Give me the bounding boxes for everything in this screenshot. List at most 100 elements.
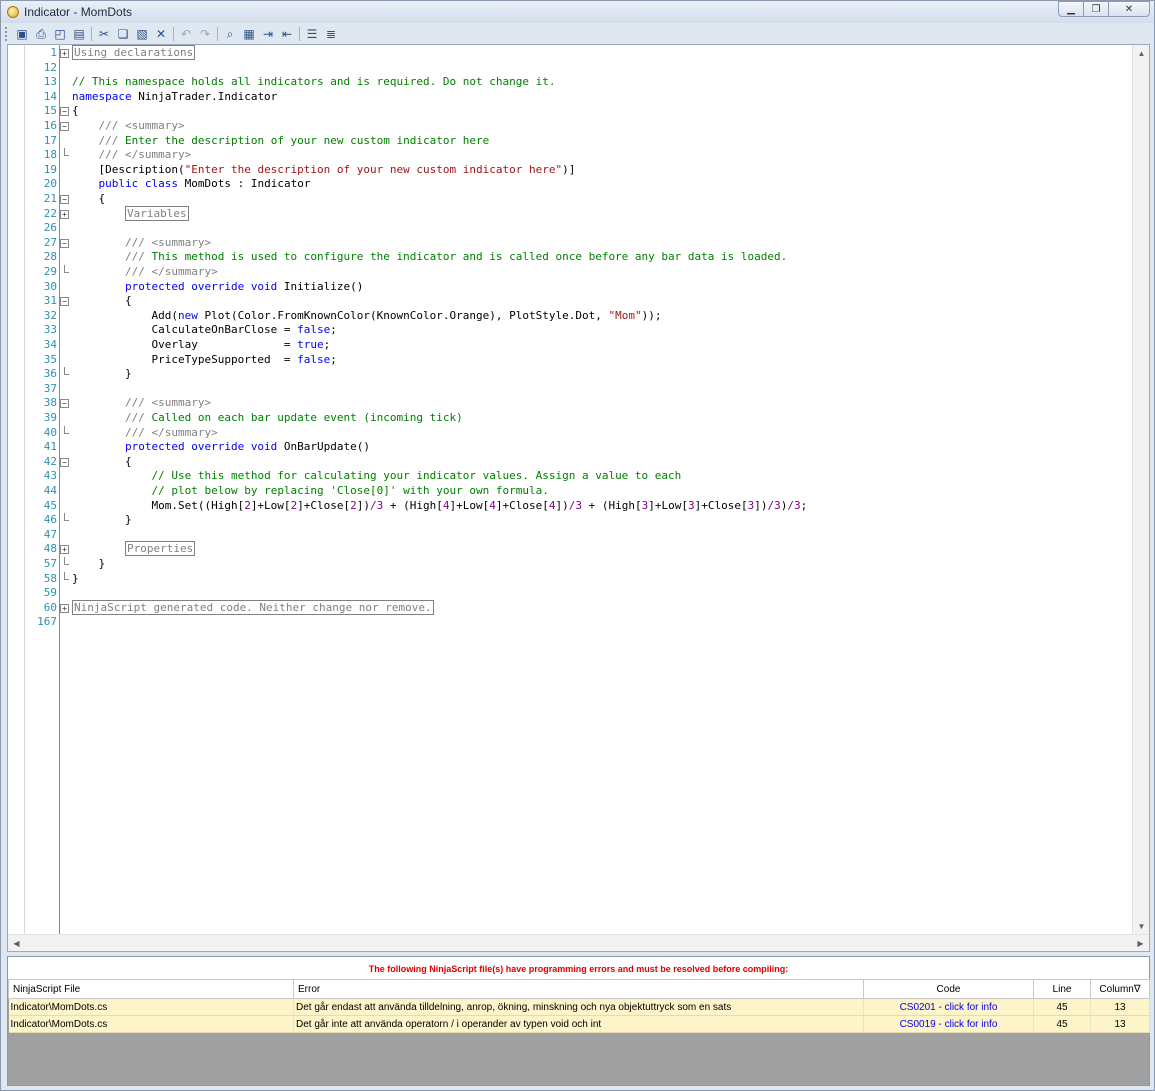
undo-icon[interactable]: ↶ bbox=[179, 27, 193, 41]
find-icon[interactable]: ⌕ bbox=[223, 27, 237, 41]
collapsed-region[interactable]: Using declarations bbox=[72, 45, 196, 60]
line-number: 30 bbox=[43, 279, 57, 293]
comment-icon[interactable]: ☰ bbox=[305, 27, 319, 41]
page-setup-icon[interactable]: ▤ bbox=[72, 27, 86, 41]
error-row[interactable]: Indicator\MomDots.cs Det går inte att anv… bbox=[8, 1015, 1150, 1033]
scroll-down-icon[interactable]: ▼ bbox=[1133, 918, 1149, 935]
keyword-token: new bbox=[177, 308, 198, 322]
scroll-left-icon[interactable]: ◀ bbox=[8, 935, 25, 951]
gutter-divider bbox=[59, 45, 60, 935]
comment-token: // Use this method for calculating your … bbox=[151, 469, 682, 483]
line-number: 27 bbox=[43, 235, 57, 249]
print-icon[interactable]: ⎙ bbox=[34, 27, 48, 41]
column-header-column[interactable]: Column∇ bbox=[1090, 979, 1150, 999]
column-header-file[interactable]: NinjaScript File bbox=[8, 979, 294, 999]
line-number: 17 bbox=[43, 133, 57, 147]
code-text: { bbox=[72, 294, 132, 309]
cut-icon[interactable]: ✂ bbox=[97, 27, 111, 41]
collapse-icon[interactable]: − bbox=[60, 399, 69, 409]
error-row[interactable]: Indicator\MomDots.cs Det går endast att a… bbox=[8, 998, 1150, 1016]
code-token: )] bbox=[562, 162, 576, 176]
code-token: Add( bbox=[72, 308, 178, 322]
code-text: } bbox=[72, 513, 132, 528]
code-text: /// This method is used to configure the… bbox=[72, 250, 787, 265]
print-preview-icon[interactable]: ◰ bbox=[53, 27, 67, 41]
code-token: } bbox=[72, 367, 132, 381]
collapse-icon[interactable]: − bbox=[60, 195, 69, 204]
line-number: 21 bbox=[43, 192, 57, 205]
error-code-link[interactable]: CS0201 - click for info bbox=[863, 998, 1034, 1016]
collapse-icon[interactable]: − bbox=[60, 238, 69, 248]
keyword-token: true bbox=[297, 338, 324, 351]
collapsed-region[interactable]: NinjaScript generated code. Neither chan… bbox=[72, 599, 434, 615]
outdent-icon[interactable]: ⇤ bbox=[280, 27, 294, 41]
minimize-button[interactable]: ▁ bbox=[1058, 1, 1084, 17]
line-number: 34 bbox=[43, 338, 57, 351]
code-text: } bbox=[72, 557, 105, 572]
fold-end-marker bbox=[64, 513, 69, 522]
number-token: 4 bbox=[548, 498, 556, 512]
scroll-right-icon[interactable]: ▶ bbox=[1132, 935, 1149, 951]
collapse-icon[interactable]: − bbox=[60, 457, 69, 467]
column-header-error[interactable]: Error bbox=[293, 979, 864, 999]
expand-icon[interactable]: + bbox=[60, 209, 69, 219]
redo-icon[interactable]: ↷ bbox=[198, 27, 212, 41]
code-text: Properties bbox=[72, 541, 196, 557]
restore-button[interactable]: ❐ bbox=[1083, 1, 1109, 17]
uncomment-icon[interactable]: ≣ bbox=[324, 27, 338, 41]
number-token: 3 bbox=[688, 498, 695, 512]
vertical-scrollbar[interactable]: ▲ ▼ bbox=[1132, 45, 1149, 935]
code-text: // Use this method for calculating your … bbox=[72, 469, 681, 484]
line-number: 36 bbox=[43, 367, 57, 381]
column-header-code[interactable]: Code bbox=[863, 979, 1034, 999]
code-token: Initialize() bbox=[277, 279, 364, 293]
code-text: /// </summary> bbox=[72, 148, 192, 163]
collapse-icon[interactable]: − bbox=[60, 107, 69, 117]
code-token: ]+Close[ bbox=[297, 498, 351, 512]
doc-tag-token: /// bbox=[124, 235, 145, 249]
code-text: NinjaScript generated code. Neither chan… bbox=[72, 599, 434, 616]
error-description-cell: Det går inte att använda operatorn / i o… bbox=[293, 1015, 864, 1033]
expand-icon[interactable]: + bbox=[60, 545, 69, 555]
delete-icon[interactable]: ✕ bbox=[154, 27, 168, 41]
code-token: ]+Low[ bbox=[648, 498, 688, 512]
comment-token: This method is used to configure the ind… bbox=[144, 250, 788, 264]
error-code-link[interactable]: CS0019 - click for info bbox=[863, 1015, 1034, 1033]
code-text: public class MomDots : Indicator bbox=[72, 177, 311, 192]
collapse-icon[interactable]: − bbox=[60, 122, 69, 131]
toolbar-grip[interactable] bbox=[5, 27, 9, 41]
number-token: /3 bbox=[767, 498, 781, 512]
line-number: 45 bbox=[43, 498, 57, 512]
doc-tag-token: </summary> bbox=[151, 265, 218, 278]
expand-icon[interactable]: + bbox=[60, 603, 69, 613]
find-replace-icon[interactable]: ▦ bbox=[242, 27, 256, 41]
doc-tag-token: <summary> bbox=[125, 119, 185, 132]
doc-tag-token: /// bbox=[98, 119, 119, 132]
save-icon[interactable]: ▣ bbox=[15, 27, 29, 41]
code-editor[interactable]: 1 + Using declarations 12 13// This namespac… bbox=[7, 44, 1150, 952]
error-file-cell: Indicator\MomDots.cs bbox=[8, 1015, 294, 1033]
close-button[interactable]: ✕ bbox=[1108, 1, 1150, 17]
code-token: MomDots : Indicator bbox=[177, 177, 311, 191]
keyword-token: public class bbox=[98, 177, 178, 191]
scroll-up-icon[interactable]: ▲ bbox=[1133, 45, 1149, 62]
copy-icon[interactable]: ❏ bbox=[116, 27, 130, 41]
paste-icon[interactable]: ▧ bbox=[135, 27, 149, 41]
keyword-token: protected override void bbox=[124, 440, 278, 454]
toolbar-separator bbox=[217, 27, 218, 41]
collapsed-region[interactable]: Variables bbox=[124, 205, 189, 221]
error-panel: The following NinjaScript file(s) have p… bbox=[7, 956, 1150, 1086]
indent-icon[interactable]: ⇥ bbox=[261, 27, 275, 41]
code-token: ; bbox=[330, 323, 337, 337]
expand-icon[interactable]: + bbox=[60, 49, 69, 58]
collapsed-region[interactable]: Properties bbox=[124, 541, 196, 557]
horizontal-scrollbar[interactable]: ◀ ▶ bbox=[8, 934, 1149, 951]
error-line-cell: 45 bbox=[1033, 1015, 1091, 1033]
window-title: Indicator - MomDots bbox=[24, 5, 133, 19]
column-header-line[interactable]: Line bbox=[1033, 979, 1091, 999]
collapse-icon[interactable]: − bbox=[60, 297, 69, 307]
